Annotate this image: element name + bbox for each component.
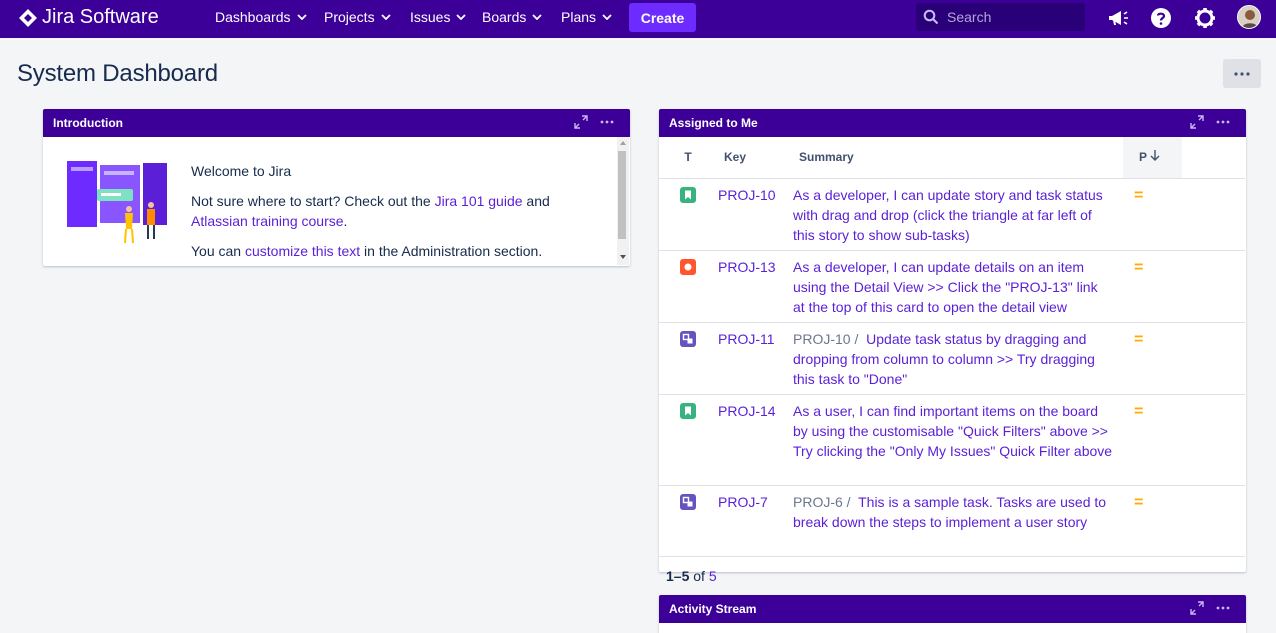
intro-text-segment: Not sure where to start? Check out the bbox=[191, 193, 435, 209]
create-button[interactable]: Create bbox=[629, 3, 696, 32]
gadget-title: Introduction bbox=[53, 116, 123, 130]
dashboard-more-button[interactable] bbox=[1223, 59, 1261, 88]
gadget-header: Activity Stream bbox=[659, 595, 1246, 623]
welcome-text: Welcome to Jira bbox=[191, 163, 292, 179]
scrollbar-thumb[interactable] bbox=[618, 151, 626, 239]
search-input[interactable]: Search bbox=[916, 3, 1085, 31]
parent-issue-link[interactable]: PROJ-6 / bbox=[793, 494, 851, 510]
issue-summary-link[interactable]: As a developer, I can update details on … bbox=[793, 259, 1098, 315]
gadget-header: Introduction bbox=[43, 109, 630, 137]
search-icon bbox=[923, 9, 939, 25]
story-type-icon bbox=[680, 402, 696, 419]
table-row[interactable]: PROJ-7 PROJ-6 / This is a sample task. Ta… bbox=[659, 485, 1245, 557]
pagination: 1–5 of 5 bbox=[659, 557, 1246, 596]
scrollbar[interactable] bbox=[617, 137, 629, 265]
gadget-title: Activity Stream bbox=[669, 602, 757, 616]
pager-of: of bbox=[689, 568, 709, 584]
top-nav: Jira Software Dashboards Projects Issues… bbox=[0, 0, 1276, 38]
priority-medium-icon: = bbox=[1134, 258, 1144, 276]
parent-issue-link[interactable]: PROJ-10 / bbox=[793, 331, 858, 347]
intro-text-segment: . bbox=[343, 213, 348, 229]
issue-summary-link[interactable]: As a developer, I can update story and t… bbox=[793, 187, 1103, 243]
issue-key-link[interactable]: PROJ-14 bbox=[718, 403, 776, 419]
priority-medium-icon: = bbox=[1134, 402, 1144, 420]
assigned-to-me-gadget: Assigned to Me T Key Summary P PROJ-10 As… bbox=[659, 109, 1246, 584]
sort-descending-icon bbox=[1150, 150, 1160, 162]
jira-101-guide-link[interactable]: Jira 101 guide bbox=[435, 193, 523, 209]
table-header-row: T Key Summary P bbox=[659, 137, 1245, 179]
column-priority[interactable]: P bbox=[1123, 137, 1182, 179]
page-title: System Dashboard bbox=[17, 60, 218, 87]
chevron-down-icon bbox=[296, 14, 307, 20]
bug-type-icon bbox=[680, 258, 696, 275]
product-name: Jira Software bbox=[42, 6, 159, 28]
chevron-down-icon bbox=[602, 14, 612, 20]
column-priority-label: P bbox=[1139, 150, 1147, 165]
issue-key-link[interactable]: PROJ-11 bbox=[718, 331, 775, 347]
nav-projects[interactable]: Projects bbox=[324, 9, 391, 25]
intro-text: Welcome to Jira Not sure where to start?… bbox=[191, 161, 550, 271]
chevron-down-icon bbox=[532, 14, 542, 20]
avatar[interactable] bbox=[1237, 5, 1261, 29]
issues-table: T Key Summary P PROJ-10 As a developer, I… bbox=[659, 137, 1245, 557]
nav-plans[interactable]: Plans bbox=[561, 9, 612, 25]
customize-text-link[interactable]: customize this text bbox=[245, 243, 360, 259]
intro-text-segment: You can bbox=[191, 243, 245, 259]
atlassian-training-link[interactable]: Atlassian training course bbox=[191, 213, 344, 229]
nav-boards[interactable]: Boards bbox=[482, 9, 542, 25]
column-key[interactable]: Key bbox=[715, 137, 790, 179]
illustration-image bbox=[67, 161, 167, 244]
issue-key-link[interactable]: PROJ-7 bbox=[718, 494, 768, 510]
priority-medium-icon: = bbox=[1134, 186, 1144, 204]
more-icon[interactable] bbox=[1216, 120, 1230, 124]
gear-icon[interactable] bbox=[1193, 6, 1217, 30]
jira-logo[interactable]: Jira Software bbox=[18, 6, 159, 29]
activity-stream-gadget: Activity Stream bbox=[659, 595, 1246, 633]
story-type-icon bbox=[680, 186, 696, 203]
table-row[interactable]: PROJ-10 As a developer, I can update stor… bbox=[659, 178, 1245, 251]
expand-icon[interactable] bbox=[1190, 601, 1204, 615]
table-row[interactable]: PROJ-14 As a user, I can find important i… bbox=[659, 394, 1245, 486]
megaphone-icon[interactable] bbox=[1106, 6, 1130, 30]
scroll-up-icon[interactable] bbox=[620, 141, 626, 145]
nav-issues[interactable]: Issues bbox=[410, 9, 467, 25]
table-row[interactable]: PROJ-13 As a developer, I can update deta… bbox=[659, 250, 1245, 323]
more-icon[interactable] bbox=[600, 120, 614, 124]
issue-summary-link[interactable]: As a user, I can find important items on… bbox=[793, 403, 1112, 459]
jira-diamond-icon bbox=[19, 8, 37, 27]
priority-medium-icon: = bbox=[1134, 330, 1144, 348]
expand-icon[interactable] bbox=[574, 115, 588, 129]
more-icon[interactable] bbox=[1216, 606, 1230, 610]
search-placeholder: Search bbox=[947, 9, 992, 25]
issue-key-link[interactable]: PROJ-10 bbox=[718, 187, 776, 203]
scroll-down-icon[interactable] bbox=[620, 255, 626, 259]
subtask-type-icon bbox=[680, 330, 696, 347]
nav-dashboards[interactable]: Dashboards bbox=[215, 9, 307, 25]
column-summary[interactable]: Summary bbox=[790, 137, 1123, 179]
column-type[interactable]: T bbox=[659, 137, 715, 179]
more-icon bbox=[1234, 71, 1250, 76]
introduction-gadget: Introduction Welcome to Jira Not sure wh… bbox=[43, 109, 630, 266]
help-icon[interactable] bbox=[1149, 6, 1173, 30]
table-row[interactable]: PROJ-11 PROJ-10 / Update task status by d… bbox=[659, 322, 1245, 395]
intro-text-segment: in the Administration section. bbox=[360, 243, 543, 259]
subtask-type-icon bbox=[680, 493, 696, 510]
intro-text-segment: and bbox=[522, 193, 550, 209]
gadget-title: Assigned to Me bbox=[669, 116, 758, 130]
chevron-down-icon bbox=[380, 14, 391, 20]
pager-total-link[interactable]: 5 bbox=[709, 568, 717, 584]
pager-range: 1–5 bbox=[666, 568, 690, 584]
expand-icon[interactable] bbox=[1190, 115, 1204, 129]
issue-key-link[interactable]: PROJ-13 bbox=[718, 259, 776, 275]
priority-medium-icon: = bbox=[1134, 493, 1144, 511]
gadget-header: Assigned to Me bbox=[659, 109, 1246, 137]
chevron-down-icon bbox=[456, 14, 467, 20]
